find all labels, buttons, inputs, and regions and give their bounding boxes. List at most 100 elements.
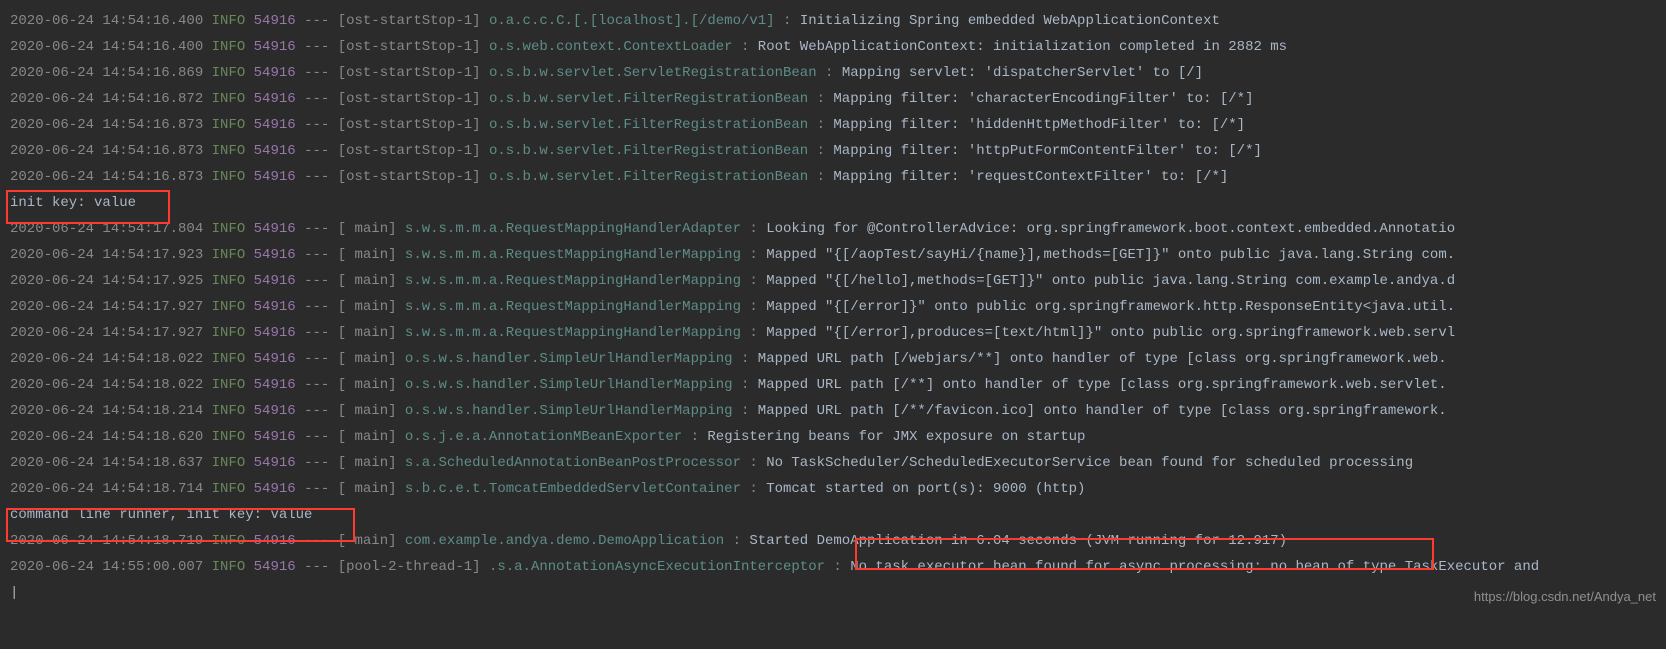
log-message: Mapping filter: 'requestContextFilter' t… bbox=[833, 169, 1228, 185]
log-message: Initializing Spring embedded WebApplicat… bbox=[800, 13, 1220, 29]
log-pid: 54916 bbox=[254, 429, 296, 445]
log-logger: s.w.s.m.m.a.RequestMappingHandlerMapping bbox=[405, 325, 741, 341]
log-pid: 54916 bbox=[254, 247, 296, 263]
log-logger: s.a.ScheduledAnnotationBeanPostProcessor bbox=[405, 455, 741, 471]
log-timestamp: 2020-06-24 14:54:17.925 bbox=[10, 273, 203, 289]
log-pid: 54916 bbox=[254, 559, 296, 575]
log-logger: o.s.b.w.servlet.ServletRegistrationBean bbox=[489, 65, 817, 81]
log-thread: [ main] bbox=[338, 533, 397, 549]
log-line: command line runner, init key: value bbox=[10, 502, 1656, 528]
log-message: Mapped "{[/aopTest/sayHi/{name}],methods… bbox=[766, 247, 1455, 263]
log-timestamp: 2020-06-24 14:54:18.637 bbox=[10, 455, 203, 471]
log-line: 2020-06-24 14:55:00.007 INFO 54916 --- [… bbox=[10, 554, 1656, 580]
cursor-line: | bbox=[10, 580, 1656, 606]
log-pid: 54916 bbox=[254, 403, 296, 419]
log-message: Mapping filter: 'hiddenHttpMethodFilter'… bbox=[833, 117, 1245, 133]
log-separator: : bbox=[741, 39, 749, 55]
log-logger: o.s.j.e.a.AnnotationMBeanExporter bbox=[405, 429, 691, 445]
log-line: 2020-06-24 14:54:17.927 INFO 54916 --- [… bbox=[10, 320, 1656, 346]
log-level: INFO bbox=[212, 13, 246, 29]
log-timestamp: 2020-06-24 14:54:16.400 bbox=[10, 39, 203, 55]
log-thread: [ost-startStop-1] bbox=[338, 169, 481, 185]
log-thread: [ main] bbox=[338, 429, 397, 445]
log-separator: : bbox=[749, 481, 757, 497]
log-thread: [ost-startStop-1] bbox=[338, 117, 481, 133]
log-pid: 54916 bbox=[254, 39, 296, 55]
log-timestamp: 2020-06-24 14:54:16.872 bbox=[10, 91, 203, 107]
log-thread: [ main] bbox=[338, 351, 397, 367]
log-level: INFO bbox=[212, 169, 246, 185]
log-line: 2020-06-24 14:54:16.869 INFO 54916 --- [… bbox=[10, 60, 1656, 86]
log-line: 2020-06-24 14:54:18.637 INFO 54916 --- [… bbox=[10, 450, 1656, 476]
log-level: INFO bbox=[212, 429, 246, 445]
log-timestamp: 2020-06-24 14:54:16.873 bbox=[10, 169, 203, 185]
log-dash: --- bbox=[304, 273, 329, 289]
log-line: 2020-06-24 14:54:18.022 INFO 54916 --- [… bbox=[10, 372, 1656, 398]
log-dash: --- bbox=[304, 429, 329, 445]
log-logger: .s.a.AnnotationAsyncExecutionInterceptor bbox=[489, 559, 825, 575]
log-timestamp: 2020-06-24 14:54:18.620 bbox=[10, 429, 203, 445]
log-message: Tomcat started on port(s): 9000 (http) bbox=[766, 481, 1085, 497]
log-separator: : bbox=[749, 299, 757, 315]
log-line: 2020-06-24 14:54:16.400 INFO 54916 --- [… bbox=[10, 8, 1656, 34]
log-dash: --- bbox=[304, 325, 329, 341]
log-plain-text: init key: value bbox=[10, 195, 136, 211]
log-separator: : bbox=[733, 533, 741, 549]
log-pid: 54916 bbox=[254, 221, 296, 237]
log-pid: 54916 bbox=[254, 13, 296, 29]
log-line: 2020-06-24 14:54:16.873 INFO 54916 --- [… bbox=[10, 164, 1656, 190]
log-line: 2020-06-24 14:54:18.214 INFO 54916 --- [… bbox=[10, 398, 1656, 424]
log-dash: --- bbox=[304, 455, 329, 471]
log-level: INFO bbox=[212, 299, 246, 315]
log-pid: 54916 bbox=[254, 299, 296, 315]
log-output[interactable]: 2020-06-24 14:54:16.400 INFO 54916 --- [… bbox=[10, 8, 1656, 606]
log-message: Mapped URL path [/webjars/**] onto handl… bbox=[758, 351, 1447, 367]
log-separator: : bbox=[749, 455, 757, 471]
log-dash: --- bbox=[304, 39, 329, 55]
log-level: INFO bbox=[212, 273, 246, 289]
log-separator: : bbox=[817, 117, 825, 133]
log-logger: o.s.b.w.servlet.FilterRegistrationBean bbox=[489, 169, 817, 185]
log-message: Registering beans for JMX exposure on st… bbox=[707, 429, 1085, 445]
log-pid: 54916 bbox=[254, 143, 296, 159]
log-level: INFO bbox=[212, 559, 246, 575]
log-thread: [pool-2-thread-1] bbox=[338, 559, 481, 575]
log-timestamp: 2020-06-24 14:54:16.873 bbox=[10, 117, 203, 133]
log-level: INFO bbox=[212, 403, 246, 419]
log-dash: --- bbox=[304, 169, 329, 185]
log-logger: o.s.b.w.servlet.FilterRegistrationBean bbox=[489, 143, 817, 159]
log-timestamp: 2020-06-24 14:54:17.923 bbox=[10, 247, 203, 263]
log-separator: : bbox=[691, 429, 699, 445]
log-logger: o.s.w.s.handler.SimpleUrlHandlerMapping bbox=[405, 403, 741, 419]
log-thread: [ main] bbox=[338, 273, 397, 289]
log-timestamp: 2020-06-24 14:54:18.022 bbox=[10, 351, 203, 367]
log-level: INFO bbox=[212, 39, 246, 55]
log-message: Looking for @ControllerAdvice: org.sprin… bbox=[766, 221, 1455, 237]
log-message: Mapped "{[/error]}" onto public org.spri… bbox=[766, 299, 1455, 315]
log-timestamp: 2020-06-24 14:54:16.873 bbox=[10, 143, 203, 159]
log-message: Mapped URL path [/**] onto handler of ty… bbox=[758, 377, 1447, 393]
log-dash: --- bbox=[304, 481, 329, 497]
log-message: Mapping filter: 'httpPutFormContentFilte… bbox=[833, 143, 1261, 159]
log-level: INFO bbox=[212, 143, 246, 159]
log-line: 2020-06-24 14:54:16.872 INFO 54916 --- [… bbox=[10, 86, 1656, 112]
log-dash: --- bbox=[304, 533, 329, 549]
log-separator: : bbox=[825, 65, 833, 81]
log-message: Mapping servlet: 'dispatcherServlet' to … bbox=[842, 65, 1203, 81]
log-pid: 54916 bbox=[254, 325, 296, 341]
log-message: Mapped "{[/error],produces=[text/html]}"… bbox=[766, 325, 1455, 341]
log-logger: o.s.b.w.servlet.FilterRegistrationBean bbox=[489, 91, 817, 107]
log-dash: --- bbox=[304, 247, 329, 263]
log-logger: o.s.w.s.handler.SimpleUrlHandlerMapping bbox=[405, 351, 741, 367]
log-line: 2020-06-24 14:54:17.925 INFO 54916 --- [… bbox=[10, 268, 1656, 294]
log-separator: : bbox=[741, 351, 749, 367]
log-thread: [ main] bbox=[338, 481, 397, 497]
log-timestamp: 2020-06-24 14:54:17.927 bbox=[10, 299, 203, 315]
log-timestamp: 2020-06-24 14:54:18.719 bbox=[10, 533, 203, 549]
log-logger: s.b.c.e.t.TomcatEmbeddedServletContainer bbox=[405, 481, 741, 497]
log-logger: s.w.s.m.m.a.RequestMappingHandlerAdapter bbox=[405, 221, 741, 237]
log-pid: 54916 bbox=[254, 533, 296, 549]
log-dash: --- bbox=[304, 377, 329, 393]
log-separator: : bbox=[833, 559, 841, 575]
log-dash: --- bbox=[304, 403, 329, 419]
